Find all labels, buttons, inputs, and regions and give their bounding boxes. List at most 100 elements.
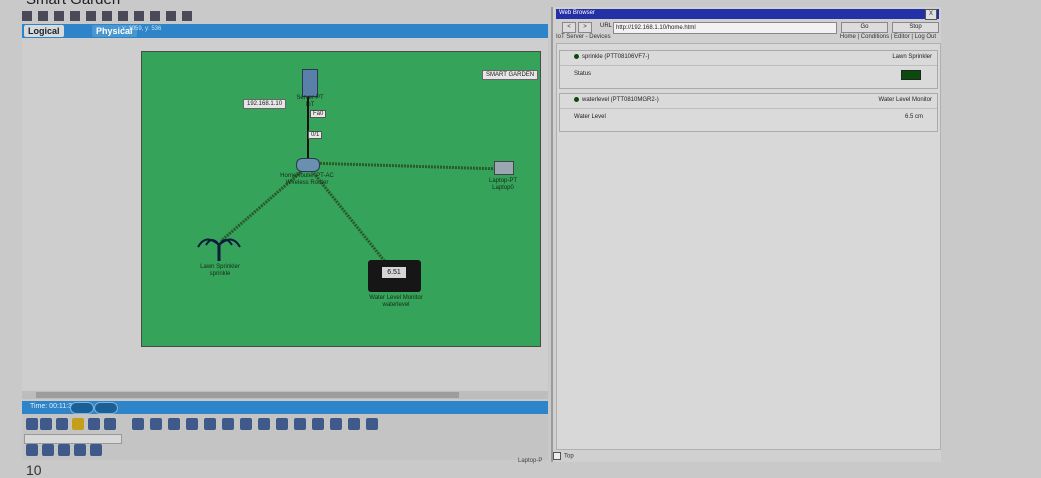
power-cycle-button[interactable]: [70, 402, 94, 414]
laptop-device-icon[interactable]: [150, 418, 162, 430]
resize-icon[interactable]: [70, 11, 80, 21]
select-tool-icon[interactable]: [22, 11, 32, 21]
connections-icon[interactable]: [72, 418, 84, 430]
browser-titlebar: Web Browser X: [556, 9, 939, 20]
misc-icon[interactable]: [88, 418, 100, 430]
page-title: Smart Garden: [26, 0, 120, 8]
network-devices-icon[interactable]: [26, 418, 38, 430]
tablet-device-icon[interactable]: [240, 418, 252, 430]
tv-device-icon[interactable]: [276, 418, 288, 430]
right-margin: [941, 7, 1041, 462]
router-laptop-wireless: [307, 161, 502, 171]
web-browser-window: Web Browser X < > URL Go Stop IoT Server…: [551, 7, 943, 462]
envelope-icon[interactable]: [182, 11, 192, 21]
components-icon[interactable]: [56, 418, 68, 430]
device-card-waterlevel[interactable]: waterlevel (PTT0810MGR2-) Water Level Mo…: [559, 93, 938, 132]
conditions-link[interactable]: Conditions: [861, 34, 889, 40]
ellipse-icon[interactable]: [134, 11, 144, 21]
multiuser-icon[interactable]: [104, 418, 116, 430]
port-0-1-label: 0/1: [308, 131, 323, 139]
device-card-header[interactable]: waterlevel (PTT0810MGR2-) Water Level Mo…: [560, 94, 937, 106]
delete-icon[interactable]: [54, 11, 64, 21]
home-device-icon[interactable]: [330, 418, 342, 430]
back-button[interactable]: <: [562, 22, 576, 33]
nav-links: Home | Conditions | Editor | Log Out: [839, 34, 936, 40]
url-input[interactable]: [613, 22, 837, 34]
status-indicator[interactable]: [901, 70, 921, 80]
water-level-value: 6.5 cm: [904, 114, 923, 120]
device-card-sprinkle[interactable]: sprinkle (PTT08106VF7-) Lawn Sprinkler S…: [559, 50, 938, 89]
sprinkler-icon[interactable]: [196, 233, 242, 263]
laptop-icon[interactable]: [494, 161, 514, 175]
logout-link[interactable]: Log Out: [915, 34, 936, 40]
router-icon[interactable]: [296, 158, 320, 172]
smartphone-device-icon[interactable]: [258, 418, 270, 430]
tab-logical[interactable]: Logical: [24, 25, 64, 37]
device-row-status: Status: [560, 65, 937, 82]
message-icon[interactable]: [166, 11, 176, 21]
main-toolbar: [22, 9, 192, 23]
device-card-header[interactable]: sprinkle (PTT08106VF7-) Lawn Sprinkler: [560, 51, 937, 63]
server-label: Server-PT IoT: [296, 95, 324, 108]
category-4-icon[interactable]: [74, 444, 86, 456]
smart-garden-note[interactable]: SMART GARDEN: [482, 70, 539, 80]
status-dot-icon: [574, 54, 579, 59]
router-label: HomeRouter-PT-AC Wireless Router: [280, 173, 334, 186]
url-label: URL: [600, 23, 613, 29]
top-checkbox-row[interactable]: Top: [553, 452, 574, 460]
phone-device-icon[interactable]: [204, 418, 216, 430]
category-3-icon[interactable]: [58, 444, 70, 456]
fast-forward-button[interactable]: [94, 402, 118, 414]
workspace-coordinates: x: 1059, y: 536: [122, 26, 162, 32]
line-icon[interactable]: [102, 11, 112, 21]
category-5-icon[interactable]: [90, 444, 102, 456]
sniffer-device-icon[interactable]: [348, 418, 360, 430]
top-checkbox-label: Top: [564, 453, 574, 460]
pc-device-icon[interactable]: [132, 418, 144, 430]
search-icon[interactable]: [38, 11, 48, 21]
pencil-icon[interactable]: [150, 11, 160, 21]
stop-button[interactable]: Stop: [892, 22, 939, 33]
editor-link[interactable]: Editor: [894, 34, 910, 40]
browser-nav-row: < > URL Go Stop: [556, 21, 939, 34]
device-type: Water Level Monitor: [878, 97, 932, 103]
browser-title: Web Browser: [559, 10, 595, 16]
cable-modem-icon[interactable]: [366, 418, 378, 430]
go-button[interactable]: Go: [841, 22, 888, 33]
rectangle-icon[interactable]: [118, 11, 128, 21]
device-name: waterlevel (PTT0810MGR2-): [582, 97, 659, 103]
scrollbar-thumb[interactable]: [36, 392, 459, 398]
time-bar: Time: 00:11:35: [22, 401, 548, 414]
forward-button[interactable]: >: [578, 22, 592, 33]
server-ip-note[interactable]: 192.168.1.10: [243, 99, 287, 109]
top-checkbox[interactable]: [553, 452, 561, 460]
category-1-icon[interactable]: [26, 444, 38, 456]
voip-device-icon[interactable]: [222, 418, 234, 430]
bottom-number: 10: [26, 462, 42, 478]
water-monitor-label: Water Level Monitor waterlevel: [369, 295, 423, 308]
home-link[interactable]: Home: [840, 34, 856, 40]
devices-content: sprinkle (PTT08106VF7-) Lawn Sprinkler S…: [556, 43, 941, 450]
server-device-icon[interactable]: [168, 418, 180, 430]
bottom-device-label: Laptop-P: [518, 458, 543, 464]
status-dot-icon: [574, 97, 579, 102]
row-label: Status: [574, 71, 592, 77]
water-monitor-display: 6.51: [382, 267, 406, 278]
device-name: sprinkle (PTT08106VF7-): [582, 54, 650, 60]
wireless-tablet-icon[interactable]: [294, 418, 306, 430]
note-icon[interactable]: [86, 11, 96, 21]
sprinkler-label: Lawn Sprinkler sprinkle: [200, 264, 240, 277]
laptop-label: Laptop-PT Laptop0: [488, 178, 518, 191]
mode-bar: Logical Physical x: 1059, y: 536: [22, 24, 548, 38]
end-devices-icon[interactable]: [40, 418, 52, 430]
device-search-field[interactable]: [24, 434, 122, 444]
port-fa0-label: Fa0: [310, 110, 327, 118]
close-button[interactable]: X: [925, 9, 937, 20]
device-row-water-level: Water Level 6.5 cm: [560, 108, 937, 125]
sensor-device-icon[interactable]: [312, 418, 324, 430]
category-2-icon[interactable]: [42, 444, 54, 456]
server-icon[interactable]: [302, 69, 318, 97]
connections-layer: [220, 96, 502, 264]
device-type: Lawn Sprinkler: [892, 54, 932, 60]
printer-device-icon[interactable]: [186, 418, 198, 430]
